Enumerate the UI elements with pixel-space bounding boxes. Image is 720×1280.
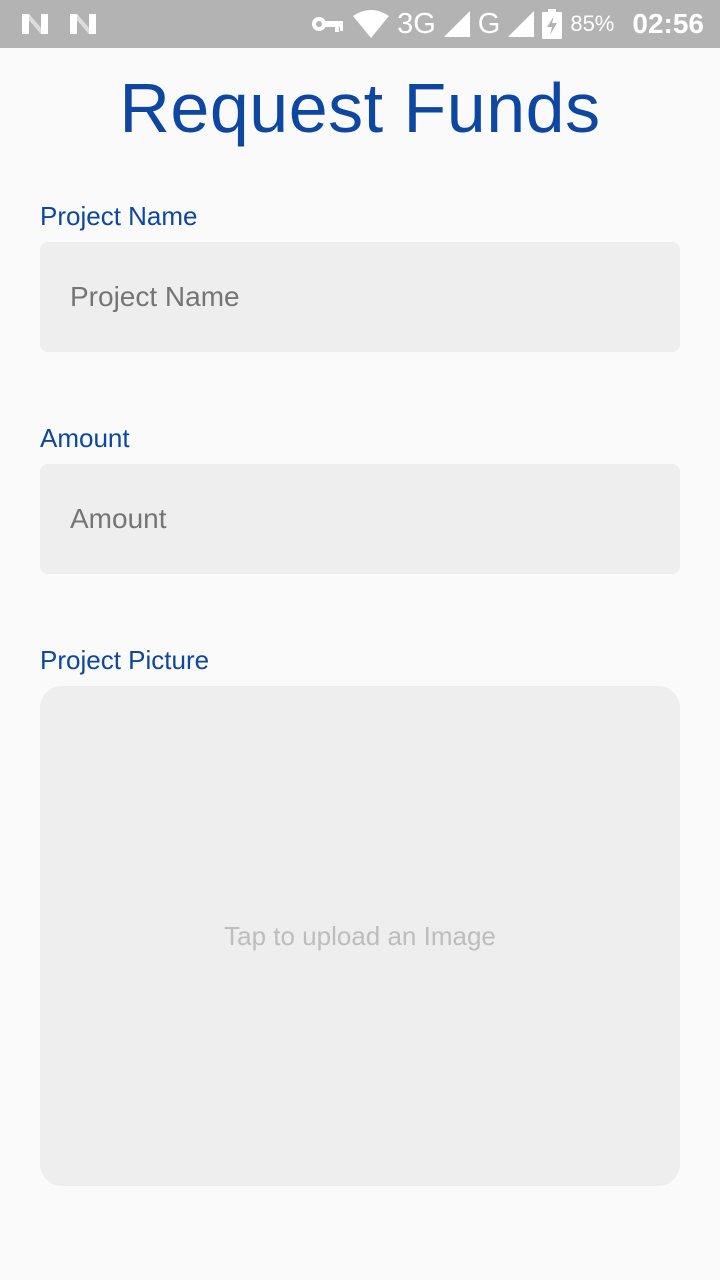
network-type-g: G — [477, 7, 501, 40]
signal-icon — [443, 11, 470, 37]
battery-charging-icon — [542, 9, 563, 39]
image-upload-area[interactable]: Tap to upload an Image — [40, 686, 680, 1186]
clock: 02:56 — [632, 8, 704, 39]
status-bar: 3G G 85% 02:56 — [0, 0, 720, 48]
upload-hint: Tap to upload an Image — [224, 920, 496, 951]
status-bar-right: 3G G 85% 02:56 — [303, 8, 704, 40]
network-type-3g: 3G — [397, 7, 436, 40]
vpn-key-icon — [312, 17, 344, 32]
project-name-label: Project Name — [40, 201, 198, 231]
project-picture-label: Project Picture — [40, 645, 210, 675]
amount-input[interactable] — [40, 464, 680, 574]
wifi-icon — [353, 10, 390, 38]
signal-icon — [508, 11, 535, 37]
n-notification-icon — [70, 14, 96, 34]
n-notification-icon — [22, 14, 48, 34]
amount-label: Amount — [40, 423, 130, 453]
status-bar-left — [20, 12, 116, 36]
battery-percent: 85% — [570, 11, 615, 36]
page-title: Request Funds — [119, 69, 601, 147]
project-name-input[interactable] — [40, 242, 680, 352]
